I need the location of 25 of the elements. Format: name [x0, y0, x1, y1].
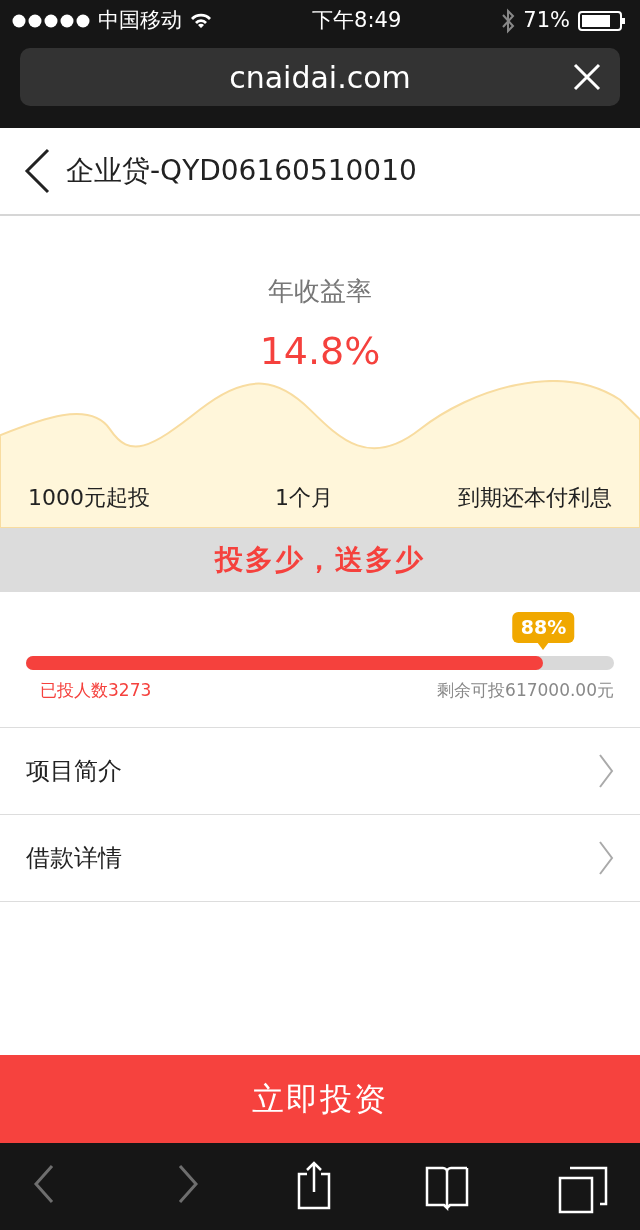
chevron-icon [598, 840, 614, 876]
close-icon[interactable] [572, 62, 602, 92]
battery-percent: 71% [523, 7, 570, 35]
remaining-amount: 剩余可投617000.00元 [437, 679, 614, 702]
invest-button[interactable]: 立即投资 [0, 1055, 640, 1143]
menu-label: 借款详情 [26, 843, 122, 874]
signal-icon [12, 14, 90, 28]
bluetooth-icon [501, 8, 516, 34]
rate-label: 年收益率 [268, 275, 372, 308]
promo-text: 投多少，送多少 [215, 542, 425, 578]
battery-icon [578, 11, 626, 31]
chevron-icon [598, 753, 614, 789]
page-title: 企业贷-QYD06160510010 [66, 153, 417, 189]
back-icon[interactable] [24, 148, 50, 194]
clock-time: 下午8:49 [311, 7, 403, 35]
address-bar[interactable]: cnaidai.com [20, 48, 620, 106]
investor-count: 已投人数3273 [40, 679, 152, 702]
term-text: 1个月 [275, 484, 333, 512]
rate-value: 14.8% [259, 328, 381, 375]
menu-label: 项目简介 [26, 756, 122, 787]
percent-badge: 88% [512, 612, 575, 643]
term-text: 到期还本付利息 [458, 484, 612, 512]
wifi-icon [190, 13, 212, 29]
term-text: 1000元起投 [28, 484, 150, 512]
carrier-name: 中国移动 [98, 7, 182, 35]
